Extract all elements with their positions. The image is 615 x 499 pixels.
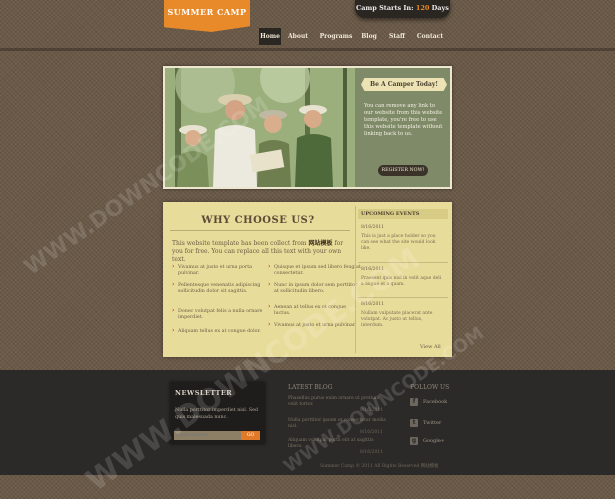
why-title: WHY CHOOSE US? (201, 215, 315, 226)
countdown-text: Camp Starts In: 120 Days (355, 4, 450, 12)
event-text[interactable]: Nullam vulputate placerat ante volutpat.… (361, 311, 445, 329)
blog-post-date: 8/16/2011 (360, 450, 384, 455)
event-date: 8/16/2011 (361, 225, 385, 230)
nav-contact[interactable]: Contact (414, 28, 446, 45)
events-title: UPCOMING EVENTS (361, 211, 420, 217)
googleplus-label: Google+ (423, 438, 445, 444)
twitter-link[interactable]: t Twitter (410, 419, 460, 429)
twitter-icon: t (410, 419, 418, 427)
googleplus-icon: g (410, 437, 418, 445)
facebook-label: Facebook (423, 399, 448, 405)
facebook-link[interactable]: f Facebook (410, 398, 460, 408)
latest-blog-title: LATEST BLOG (288, 384, 333, 391)
countdown-number: 120 (415, 4, 430, 12)
why-intro-text: This website template has been collect f… (172, 240, 307, 247)
facebook-icon: f (410, 398, 418, 406)
feature-item: Aliquam tellus ex at congue dolor. (172, 328, 266, 335)
main-nav: Home About Programs Blog Staff Contact (164, 28, 453, 45)
countdown-suffix: Days (431, 4, 449, 12)
twitter-label: Twitter (423, 420, 442, 426)
countdown-prefix: Camp Starts In: (356, 4, 414, 12)
nav-staff[interactable]: Staff (385, 28, 409, 45)
campers-illustration (165, 68, 355, 187)
logo-text[interactable]: SUMMER CAMP (164, 7, 250, 17)
hero-description: You can remove any link to our website f… (364, 103, 443, 137)
why-intro-link[interactable]: 网站模板 (309, 240, 333, 247)
blog-post-date: 8/16/2011 (360, 430, 384, 435)
feature-item: Donec volutpat felis a nulla ornare impe… (172, 308, 266, 321)
feature-item: Vivamus at justo et urna porta pulvinar. (172, 264, 266, 277)
nav-blog[interactable]: Blog (358, 28, 380, 45)
header-stripe (0, 48, 615, 51)
nav-about[interactable]: About (284, 28, 312, 45)
why-divider (170, 230, 350, 231)
hero-photo (165, 68, 355, 187)
copyright: Summer Camp © 2011 All Rights Reserved 网… (320, 464, 439, 469)
why-intro: This website template has been collect f… (172, 240, 352, 264)
newsletter-go-button[interactable]: GO (241, 431, 260, 440)
feature-item: Pellentesque venenatis adipiscing sollic… (172, 282, 266, 295)
hero-ribbon-text: Be A Camper Today! (370, 81, 438, 88)
feature-item: Quisque et ipsum sed libero feugiat cons… (268, 264, 362, 277)
register-button[interactable]: REGISTER NOW! (378, 165, 428, 176)
googleplus-link[interactable]: g Google+ (410, 437, 460, 447)
nav-home[interactable]: Home (259, 28, 281, 45)
nav-programs[interactable]: Programs (317, 28, 355, 45)
